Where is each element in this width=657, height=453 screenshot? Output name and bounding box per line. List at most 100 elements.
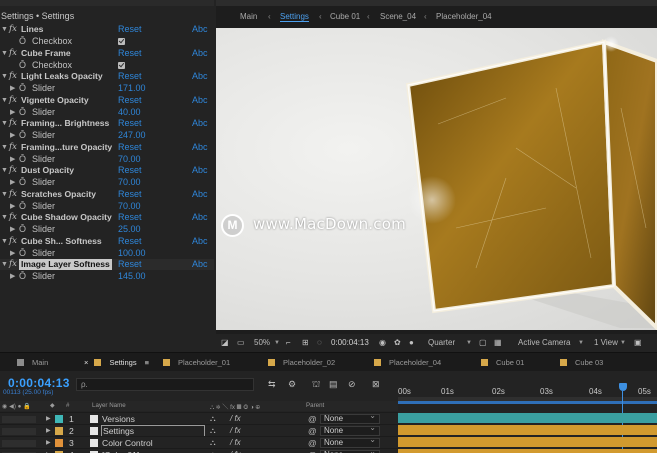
stopwatch-icon[interactable]: Ō [19,201,26,212]
draft-3d-icon[interactable]: ⚙ [288,379,296,390]
expand-triangle-icon[interactable]: ▼ [1,165,8,176]
monitor-icon[interactable]: ▭ [237,338,245,347]
about-link[interactable]: Abc [192,142,208,153]
slider-value[interactable]: 25.00 [118,224,141,235]
fx-toggle-icon[interactable]: fx [9,24,17,35]
panel-menu-icon[interactable]: ≡ [143,358,149,367]
layer-name[interactable]: Color Control [102,438,153,448]
slider-value[interactable]: 70.00 [118,154,141,165]
fx-switch-icon[interactable]: / fx [230,426,241,435]
close-tab-icon[interactable]: × [84,358,90,367]
fx-toggle-icon[interactable]: fx [9,48,17,59]
effect-name[interactable]: Framing...ture Opacity [21,142,112,153]
layer-search-input[interactable]: ρ. [76,378,254,391]
effect-name[interactable]: Light Leaks Opacity [21,71,103,82]
effect-name[interactable]: Framing... Brightness [21,118,109,129]
effect-row[interactable]: ▼ fx Lines Reset Abc [0,24,214,35]
chevron-left-icon[interactable]: ‹ [424,12,427,21]
always-preview-icon[interactable]: ◪ [221,338,229,347]
effect-row[interactable]: ▼ fx Dust Opacity Reset Abc [0,165,214,176]
about-link[interactable]: Abc [192,24,208,35]
label-color-swatch[interactable] [55,439,63,447]
reset-link[interactable]: Reset [118,118,142,129]
chevron-left-icon[interactable]: ‹ [367,12,370,21]
shy-icon[interactable]: ⛫ [312,379,320,391]
comp-tab-cube-01[interactable]: Cube 01 [330,12,360,21]
effect-row[interactable]: ▼ fx Cube Sh... Softness Reset Abc [0,236,214,247]
expand-triangle-icon[interactable]: ▶ [10,130,15,141]
reset-link[interactable]: Reset [118,24,142,35]
graph-editor-icon[interactable]: ⊠ [372,379,380,390]
slider-value[interactable]: 40.00 [118,107,141,118]
expand-triangle-icon[interactable]: ▶ [10,271,15,282]
effect-row[interactable]: ▼ fx Framing... Brightness Reset Abc [0,118,214,129]
layer-row[interactable]: ▶ 2 Settings ⛬ / fx @ None [0,424,398,437]
zoom-dropdown[interactable]: 50% [254,338,270,347]
fx-switch-icon[interactable]: / fx [230,438,241,447]
resolution-dropdown[interactable]: Quarter [428,338,455,347]
chevron-left-icon[interactable]: ‹ [268,12,271,21]
pickwhip-icon[interactable]: @ [308,414,317,424]
timeline-tab[interactable]: Placeholder_01 [163,358,230,367]
region-of-interest-icon[interactable]: ▢ [479,338,487,347]
effect-name[interactable]: Image Layer Softness [19,259,112,270]
shy-switch-icon[interactable]: ⛬ [210,426,216,436]
reset-exposure-icon[interactable]: ▣ [634,338,642,347]
comp-tab-placeholder-04[interactable]: Placeholder_04 [436,12,492,21]
parent-header[interactable]: Parent [306,402,324,409]
expand-triangle-icon[interactable]: ▶ [10,177,15,188]
expand-triangle-icon[interactable]: ▶ [10,154,15,165]
fx-toggle-icon[interactable]: fx [9,236,17,247]
layer-duration-bar[interactable] [398,437,657,447]
expand-triangle-icon[interactable]: ▼ [1,236,8,247]
about-link[interactable]: Abc [192,236,208,247]
composition-canvas[interactable]: M www.MacDown.com [216,28,657,330]
motion-blur-icon[interactable]: ⊘ [348,379,356,390]
chevron-down-icon[interactable]: ▼ [578,340,584,346]
label-color-swatch[interactable] [55,415,63,423]
layer-duration-bar[interactable] [398,449,657,453]
camera-snapshot-icon[interactable]: ◉ [379,338,386,347]
layer-name[interactable]: Versions [102,414,135,424]
fx-toggle-icon[interactable]: fx [9,71,17,82]
timeline-tab[interactable]: Placeholder_02 [268,358,335,367]
effect-row[interactable]: ▼ fx Vignette Opacity Reset Abc [0,95,214,106]
slider-value[interactable]: 247.00 [118,130,146,141]
fx-toggle-icon[interactable]: fx [9,259,17,270]
view-layout-dropdown[interactable]: 1 View [594,338,618,347]
fx-toggle-icon[interactable]: fx [9,95,17,106]
comp-flowchart-icon[interactable]: ⇆ [268,379,276,390]
layer-name-header[interactable]: Layer Name [92,402,126,409]
about-link[interactable]: Abc [192,189,208,200]
about-link[interactable]: Abc [192,118,208,129]
expand-triangle-icon[interactable]: ▶ [46,427,51,434]
chevron-down-icon[interactable]: ▼ [274,340,280,346]
slider-value[interactable]: 70.00 [118,201,141,212]
stopwatch-icon[interactable]: Ō [19,154,26,165]
expand-triangle-icon[interactable]: ▶ [10,201,15,212]
timeline-tab[interactable]: × Settings ≡ [84,358,149,367]
fx-toggle-icon[interactable]: fx [9,212,17,223]
color-channels-icon[interactable]: ● [409,338,414,347]
expand-triangle-icon[interactable]: ▼ [1,142,8,153]
effect-row[interactable]: ▼ fx Framing...ture Opacity Reset Abc [0,142,214,153]
stopwatch-icon[interactable]: Ō [19,271,26,282]
layer-row[interactable]: ▶ 3 Color Control ⛬ / fx @ None [0,436,398,448]
expand-triangle-icon[interactable]: ▶ [46,439,51,446]
checkbox-control[interactable] [118,38,125,45]
expand-triangle-icon[interactable]: ▼ [1,212,8,223]
timeline-tab[interactable]: Main [17,358,48,367]
comp-tab-scene-04[interactable]: Scene_04 [380,12,416,21]
reset-link[interactable]: Reset [118,71,142,82]
expand-triangle-icon[interactable]: ▶ [10,224,15,235]
about-link[interactable]: Abc [192,165,208,176]
expand-triangle-icon[interactable]: ▶ [10,107,15,118]
pickwhip-icon[interactable]: @ [308,426,317,436]
av-switches[interactable] [2,440,36,447]
frame-blending-icon[interactable]: ▤ [329,379,338,390]
layer-duration-bar[interactable] [398,425,657,435]
fx-toggle-icon[interactable]: fx [9,142,17,153]
expand-triangle-icon[interactable]: ▼ [1,118,8,129]
chevron-down-icon[interactable]: ▼ [466,340,472,346]
stopwatch-icon[interactable]: Ō [19,83,26,94]
